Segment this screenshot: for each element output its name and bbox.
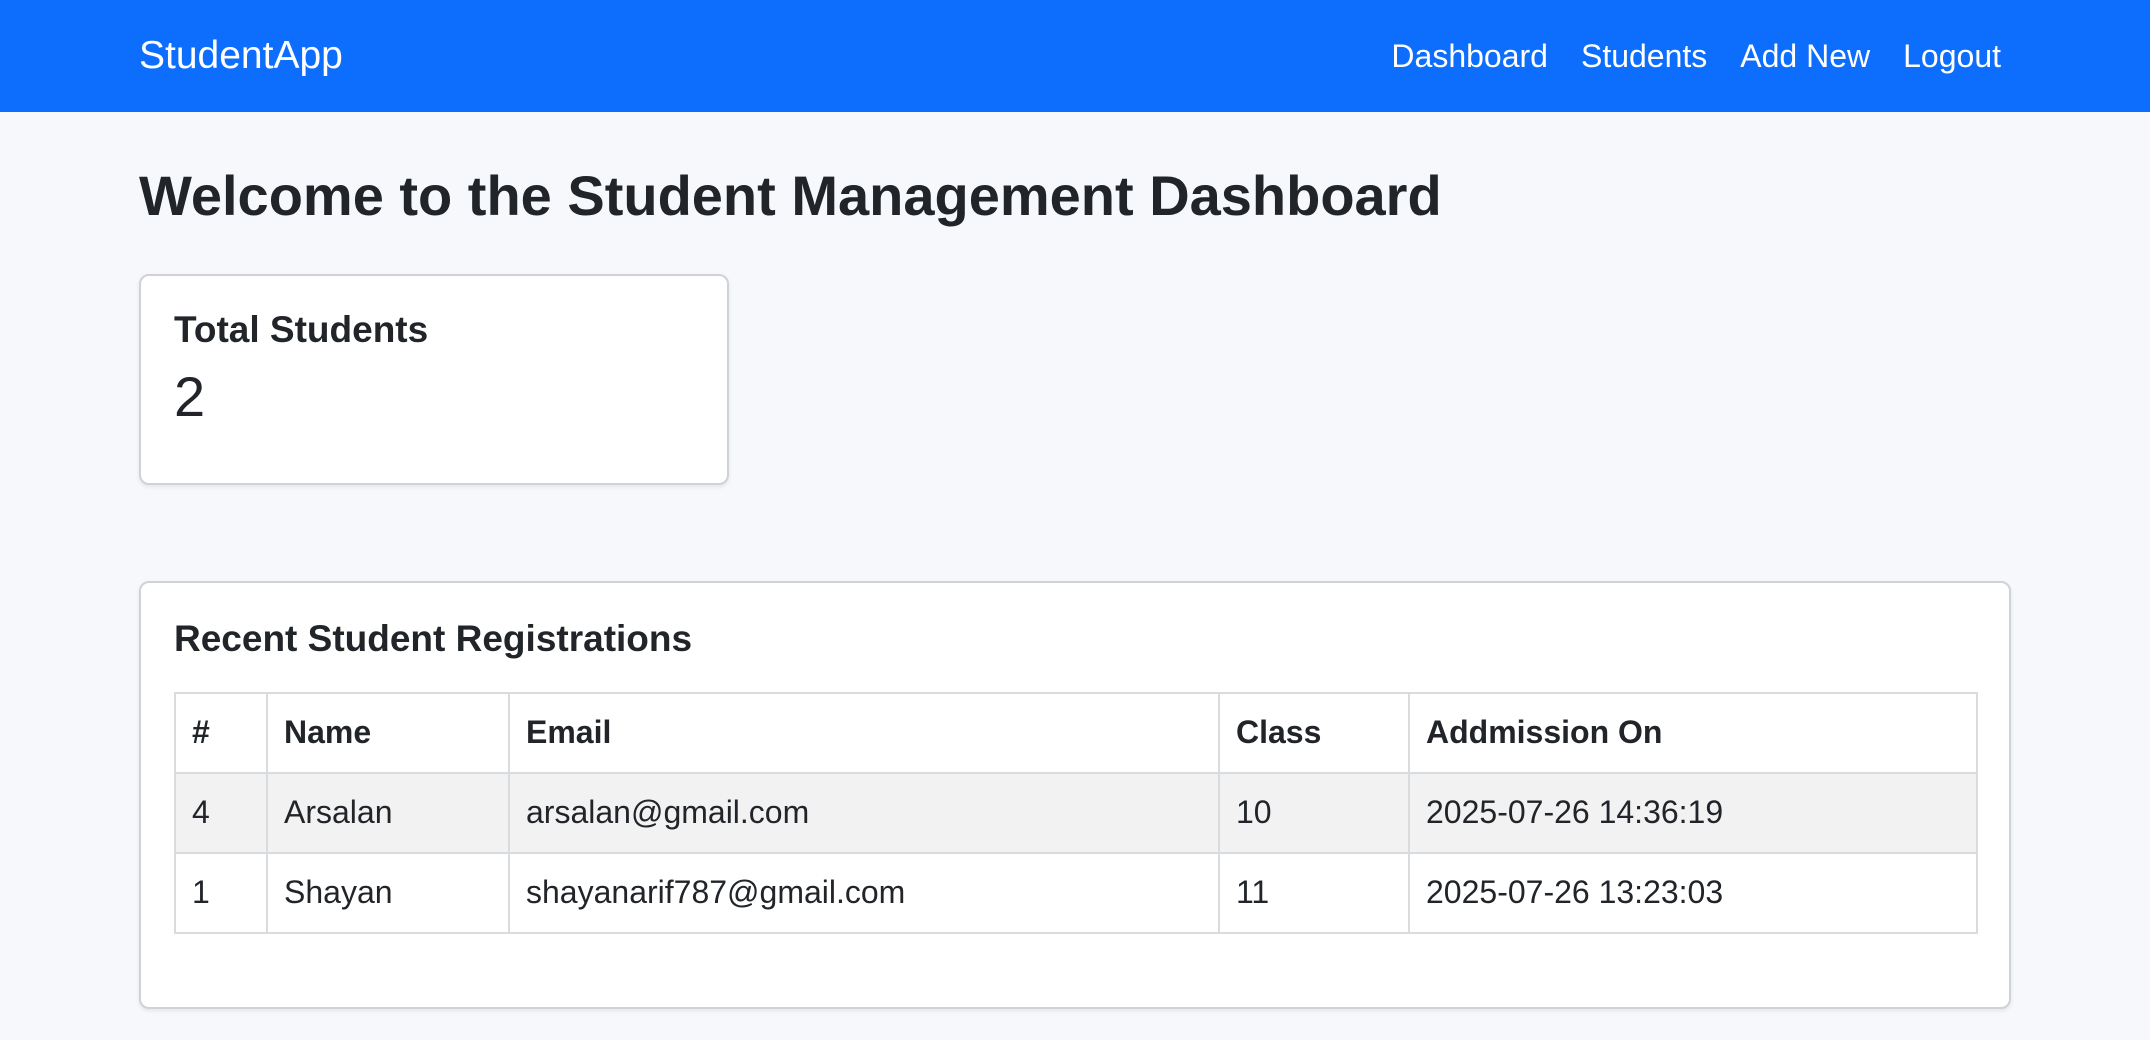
- total-students-card: Total Students 2: [139, 274, 729, 486]
- cell-id: 1: [174, 851, 268, 934]
- main-content: Welcome to the Student Management Dashbo…: [0, 112, 2150, 1010]
- cell-class: 10: [1218, 771, 1410, 854]
- column-header-id: #: [174, 691, 268, 774]
- table-header-row: # Name Email Class Addmission On: [174, 691, 1978, 774]
- nav-links: Dashboard Students Add New Logout: [1391, 38, 2001, 75]
- column-header-class: Class: [1218, 691, 1410, 774]
- cell-id: 4: [174, 771, 268, 854]
- cell-name: Arsalan: [266, 771, 510, 854]
- column-header-email: Email: [508, 691, 1220, 774]
- recent-registrations-table: # Name Email Class Addmission On 4 Arsal…: [174, 691, 1978, 934]
- table-row: 1 Shayan shayanarif787@gmail.com 11 2025…: [174, 851, 1978, 934]
- brand-link[interactable]: StudentApp: [139, 34, 343, 78]
- table-row: 4 Arsalan arsalan@gmail.com 10 2025-07-2…: [174, 771, 1978, 854]
- cell-name: Shayan: [266, 851, 510, 934]
- navbar: StudentApp Dashboard Students Add New Lo…: [0, 0, 2150, 112]
- cell-class: 11: [1218, 851, 1410, 934]
- nav-link-students[interactable]: Students: [1581, 38, 1707, 75]
- total-students-value: 2: [174, 364, 206, 428]
- nav-link-dashboard[interactable]: Dashboard: [1391, 38, 1548, 75]
- page-title: Welcome to the Student Management Dashbo…: [139, 164, 1442, 227]
- nav-link-logout[interactable]: Logout: [1903, 38, 2001, 75]
- column-header-name: Name: [266, 691, 510, 774]
- column-header-admission: Addmission On: [1408, 691, 1978, 774]
- cell-email: arsalan@gmail.com: [508, 771, 1220, 854]
- cell-admission: 2025-07-26 14:36:19: [1408, 771, 1978, 854]
- recent-registrations-title: Recent Student Registrations: [174, 618, 693, 660]
- cell-admission: 2025-07-26 13:23:03: [1408, 851, 1978, 934]
- recent-registrations-card: Recent Student Registrations # Name Emai…: [139, 581, 2011, 1010]
- total-students-label: Total Students: [174, 309, 429, 351]
- nav-link-add-new[interactable]: Add New: [1740, 38, 1870, 75]
- cell-email: shayanarif787@gmail.com: [508, 851, 1220, 934]
